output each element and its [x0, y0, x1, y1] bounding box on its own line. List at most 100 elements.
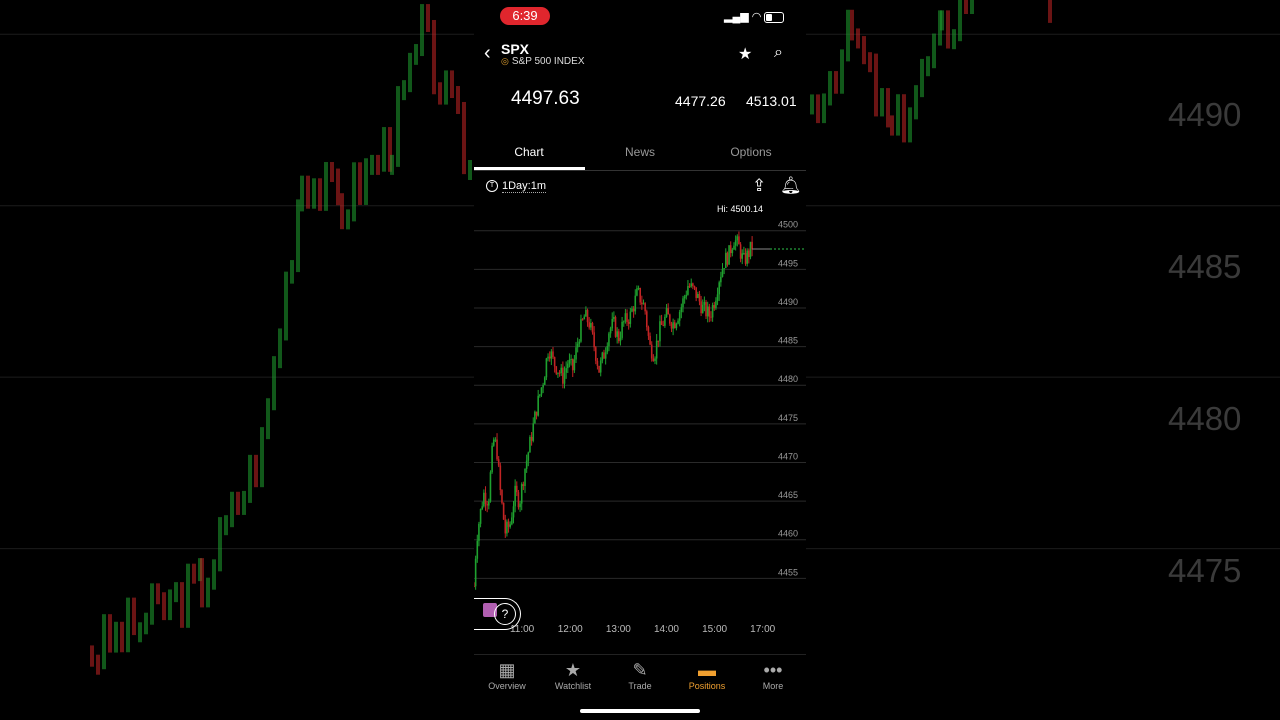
candle [616, 331, 618, 337]
candle [655, 340, 658, 359]
price-chart[interactable]: 4500 4495 4490 4485 4480 4475 4470 4465 4460 4455… [474, 200, 806, 640]
candle [711, 305, 714, 318]
x-tick-label: 17:00 [750, 624, 775, 635]
y-tick-label: 4460 [778, 529, 798, 539]
candle [603, 352, 605, 359]
y-tick-label: 4465 [778, 490, 798, 500]
candle [534, 411, 536, 424]
nav-label: Overview [488, 681, 526, 691]
background-candle [212, 559, 216, 590]
candle [509, 524, 512, 527]
candle [562, 367, 564, 384]
tab-options[interactable]: Options [696, 145, 806, 159]
background-candle [340, 193, 344, 230]
candle [680, 307, 683, 313]
candle [621, 321, 623, 338]
candle [514, 485, 516, 507]
background-candle [426, 4, 430, 32]
background-candle [138, 622, 142, 643]
background-price-label: 4485 [1168, 248, 1242, 285]
candle [659, 321, 661, 342]
wifi-icon: ◠ [751, 11, 762, 23]
background-candle [330, 162, 334, 183]
candle [507, 521, 510, 527]
share-icon[interactable]: ⇪ [752, 176, 766, 196]
candle [591, 323, 594, 333]
back-icon[interactable]: ‹ [484, 43, 491, 63]
background-candle [236, 491, 240, 515]
candle [573, 359, 576, 371]
candle [519, 503, 521, 508]
tab-chart[interactable]: Chart [474, 145, 584, 159]
overview-icon: ▦ [498, 660, 516, 680]
background-candle [914, 85, 918, 120]
search-icon[interactable]: ⌕ [774, 44, 783, 62]
background-candle [180, 582, 184, 628]
candle [647, 327, 650, 336]
background-candle [352, 162, 356, 222]
candle [723, 268, 725, 270]
background-candle [224, 515, 228, 536]
candle [677, 320, 679, 324]
chart-high-label: Hi: 4500.14 [717, 204, 763, 214]
background-candle [862, 36, 866, 65]
background-candle [822, 93, 826, 124]
battery-icon [764, 11, 785, 23]
candle [590, 323, 592, 328]
candle [744, 252, 747, 264]
nav-more[interactable]: ••• More [740, 659, 806, 691]
candle [627, 322, 630, 324]
candle [693, 286, 696, 288]
nav-positions[interactable]: ▬ Positions [674, 659, 740, 691]
candle [530, 436, 533, 441]
candle [565, 368, 567, 373]
timeframe-selector[interactable]: T 1Day:1m [486, 180, 547, 193]
nav-trade[interactable]: ✎ Trade [607, 659, 673, 691]
candle [496, 439, 498, 460]
candle [491, 445, 493, 473]
candle [506, 521, 508, 534]
background-candle [114, 621, 118, 653]
background-candle [300, 175, 304, 212]
add-watchlist-icon[interactable]: ★ [738, 44, 752, 64]
candle [578, 341, 581, 344]
watchlist-icon: ★ [564, 660, 582, 680]
background-candle [324, 162, 328, 211]
y-tick-label: 4495 [778, 258, 798, 268]
candle [741, 253, 744, 259]
candle [524, 468, 526, 487]
candle [596, 360, 599, 366]
tab-news[interactable]: News [585, 145, 695, 159]
candle [484, 492, 487, 505]
candle [664, 316, 666, 326]
candle [682, 298, 684, 308]
candle [632, 308, 635, 312]
y-tick-label: 4480 [778, 374, 798, 384]
candle [657, 340, 660, 342]
candle [639, 288, 642, 303]
candle [746, 250, 748, 264]
candle [594, 347, 597, 361]
candle [751, 241, 753, 250]
background-candle [200, 558, 204, 608]
candle [606, 346, 609, 353]
add-alert-icon[interactable]: 🔔︎ [780, 176, 802, 196]
help-icon[interactable]: ? [494, 603, 516, 625]
nav-overview[interactable]: ▦ Overview [474, 659, 540, 691]
background-candle [932, 33, 936, 69]
candle [494, 439, 497, 441]
candle [547, 356, 549, 359]
candle [611, 318, 614, 329]
candle [683, 296, 686, 299]
candle [652, 358, 655, 362]
background-candle [108, 614, 112, 653]
background-candle [908, 107, 912, 143]
background-candle [396, 86, 400, 167]
candle [688, 286, 691, 288]
candle [715, 300, 717, 309]
candle [517, 492, 520, 508]
nav-watchlist[interactable]: ★ Watchlist [540, 659, 606, 691]
candle [698, 293, 701, 302]
status-icons: ▂▄▆ ◠ [724, 10, 785, 23]
background-candle [278, 328, 282, 369]
